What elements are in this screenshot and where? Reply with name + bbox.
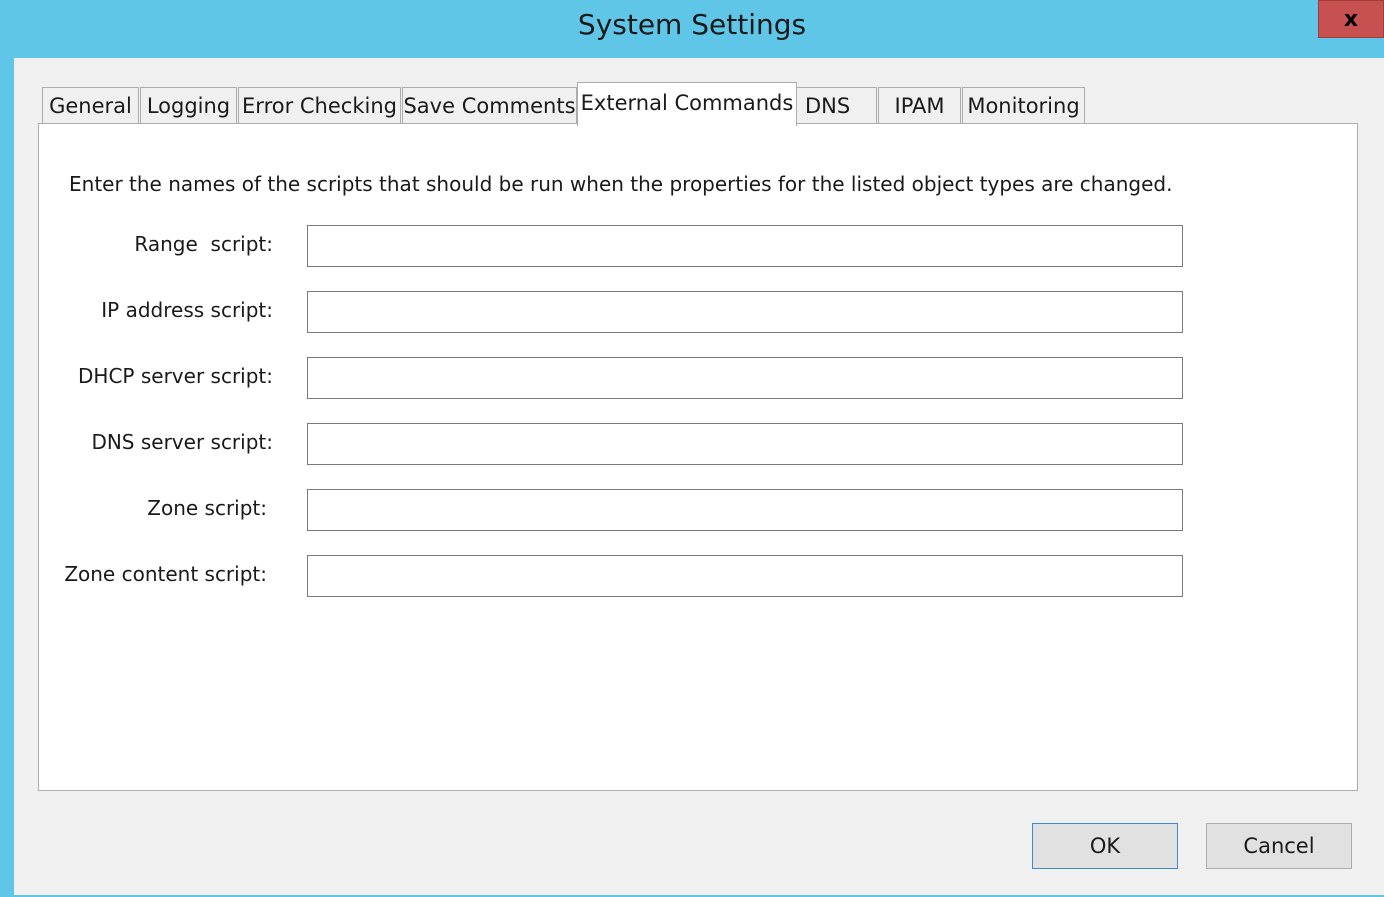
tab-external-commands[interactable]: External Commands	[577, 82, 797, 126]
dns-server-script-input[interactable]	[307, 423, 1183, 465]
zone-content-script-label: Zone content script:	[64, 562, 267, 586]
zone-script-input[interactable]	[307, 489, 1183, 531]
ok-button[interactable]: OK	[1032, 823, 1178, 869]
ip-address-script-label: IP address script:	[101, 298, 273, 322]
dhcp-server-script-label: DHCP server script:	[78, 364, 273, 388]
external-commands-panel: Enter the names of the scripts that shou…	[38, 123, 1358, 791]
range-script-input[interactable]	[307, 225, 1183, 267]
zone-script-label: Zone script:	[147, 496, 267, 520]
close-button[interactable]: x	[1318, 0, 1384, 38]
range-script-label: Range script:	[134, 232, 273, 256]
tab-error-checking[interactable]: Error Checking	[238, 87, 401, 123]
tab-general[interactable]: General	[42, 87, 139, 123]
tab-save-comments[interactable]: Save Comments	[402, 87, 577, 123]
zone-content-script-input[interactable]	[307, 555, 1183, 597]
ip-address-script-input[interactable]	[307, 291, 1183, 333]
tab-logging[interactable]: Logging	[140, 87, 237, 123]
panel-description: Enter the names of the scripts that shou…	[69, 172, 1173, 196]
dhcp-server-script-input[interactable]	[307, 357, 1183, 399]
tab-monitoring[interactable]: Monitoring	[962, 87, 1085, 123]
tab-ipam[interactable]: IPAM	[878, 87, 961, 123]
close-icon: x	[1343, 6, 1359, 32]
dialog-window: System Settings x General Logging Error …	[0, 0, 1384, 897]
dns-server-script-label: DNS server script:	[91, 430, 273, 454]
title-bar[interactable]: System Settings x	[0, 0, 1384, 58]
tab-dns[interactable]: DNS	[796, 87, 877, 123]
cancel-button[interactable]: Cancel	[1206, 823, 1352, 869]
window-title: System Settings	[577, 8, 807, 41]
